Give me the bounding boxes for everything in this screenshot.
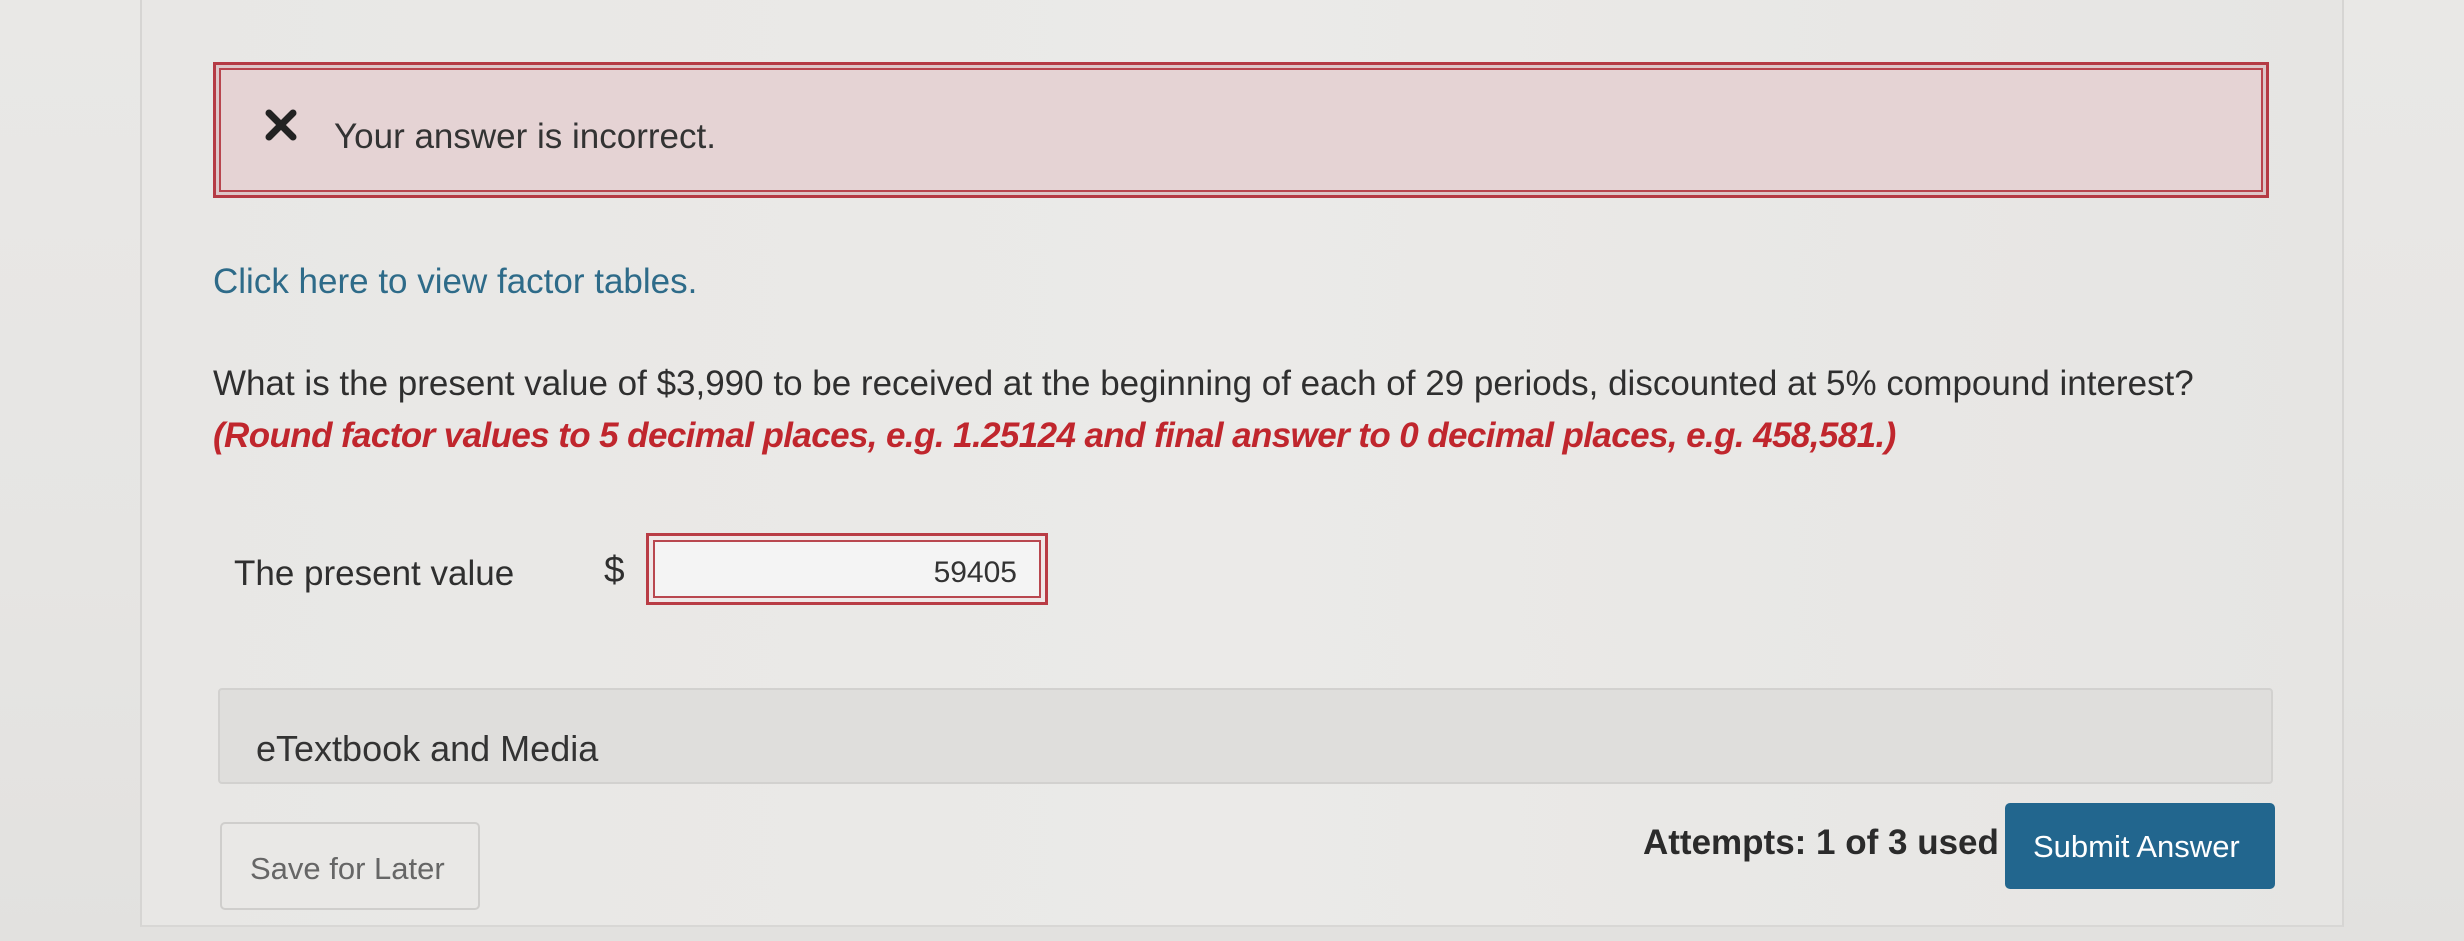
question-prompt: What is the present value of $3,990 to b…	[213, 364, 2194, 403]
present-value-input[interactable]: 59405	[646, 533, 1048, 605]
incorrect-answer-alert: Your answer is incorrect.	[213, 62, 2269, 198]
attempts-counter: Attempts: 1 of 3 used	[1643, 823, 1999, 862]
page: Your answer is incorrect. Click here to …	[0, 0, 2464, 941]
present-value-label: The present value	[234, 554, 515, 593]
etextbook-media-panel[interactable]: eTextbook and Media	[218, 688, 2273, 784]
submit-answer-label: Submit Answer	[2033, 829, 2240, 864]
rounding-instructions: (Round factor values to 5 decimal places…	[213, 416, 1896, 455]
save-for-later-label: Save for Later	[250, 851, 445, 886]
etextbook-media-label: eTextbook and Media	[256, 728, 599, 769]
present-value-input-value: 59405	[933, 556, 1017, 589]
currency-symbol: $	[604, 549, 625, 590]
save-for-later-button[interactable]: Save for Later	[220, 822, 480, 910]
alert-message: Your answer is incorrect.	[334, 117, 716, 156]
close-icon	[261, 105, 301, 145]
question-text: What is the present value of $3,990 to b…	[213, 358, 2293, 462]
submit-answer-button[interactable]: Submit Answer	[2005, 803, 2275, 889]
factor-tables-link[interactable]: Click here to view factor tables.	[213, 262, 697, 302]
